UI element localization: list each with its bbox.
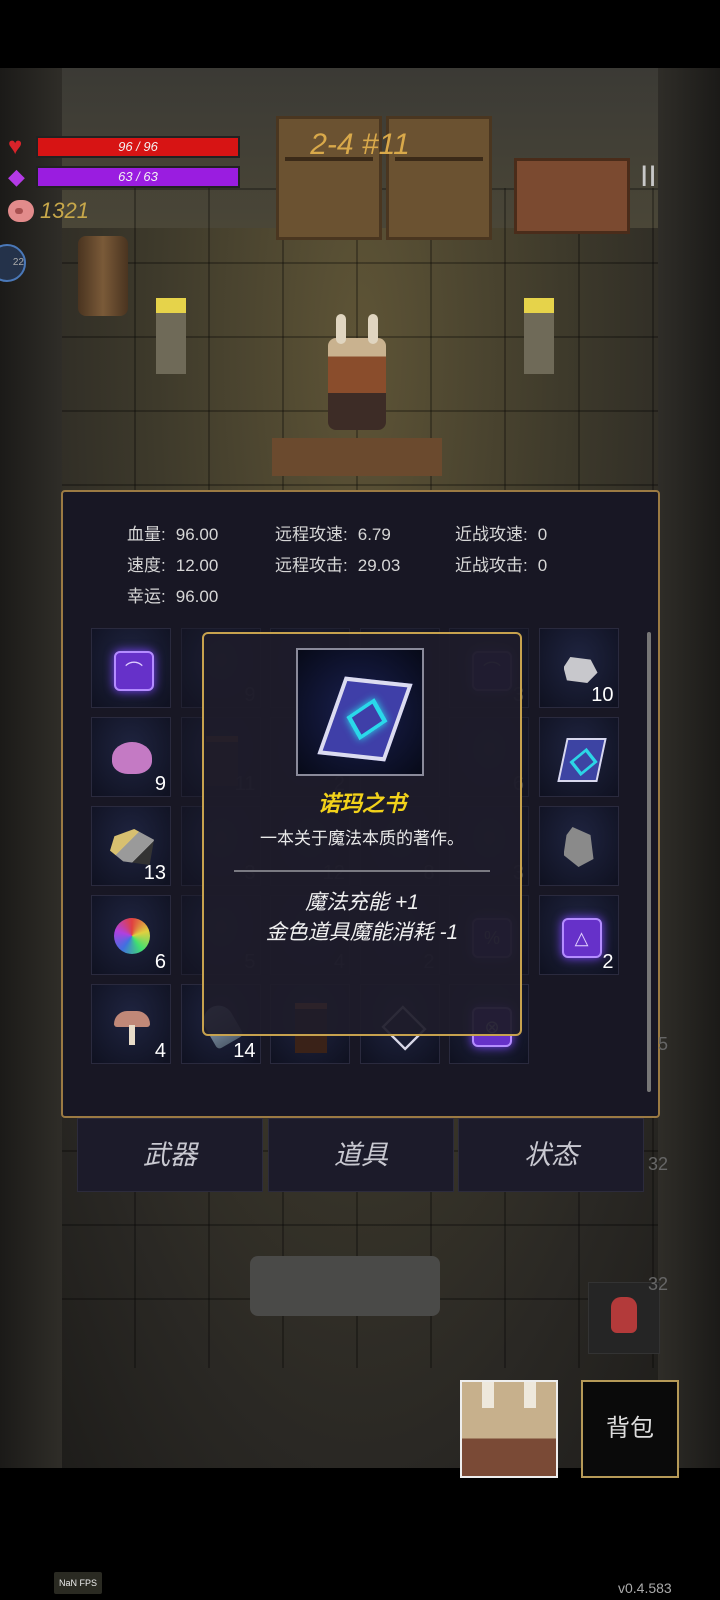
stat-melee-speed-label: 近战攻速:	[455, 525, 528, 544]
shopkeeper-character[interactable]	[328, 314, 386, 430]
item-count: 13	[143, 862, 166, 884]
tab-status[interactable]: 状态	[458, 1118, 644, 1192]
rainbow-orb-icon	[114, 918, 150, 954]
barrel	[78, 236, 128, 316]
inventory-slot[interactable]: 10	[538, 628, 619, 708]
triangle-rune-icon: △	[561, 918, 602, 958]
stat-luck-value: 96.00	[175, 587, 219, 606]
slime-icon	[112, 742, 152, 774]
stat-ranged-attack-label: 远程攻击:	[275, 556, 348, 575]
item-tooltip: 诺玛之书 一本关于魔法本质的著作。 魔法充能 +1 金色道具魔能消耗 -1	[202, 632, 522, 1036]
item-description: 一本关于魔法本质的著作。	[260, 829, 464, 848]
inventory-scrollbar[interactable]	[647, 632, 651, 1092]
ore-icon	[110, 829, 154, 865]
hp-bar-row: ♥ 96 / 96	[8, 133, 240, 160]
item-effect-2: 金色道具魔能消耗 -1	[265, 921, 459, 944]
stat-melee-speed-value: 0	[537, 525, 548, 544]
item-count: 10	[591, 684, 614, 706]
stat-melee-attack-value: 0	[537, 556, 548, 575]
stat-ranged-speed: 远程攻速: 6.79	[275, 520, 391, 545]
item-count: 14	[233, 1040, 256, 1062]
character-portrait-button[interactable]	[460, 1380, 558, 1478]
item-count: 4	[154, 1040, 166, 1062]
level-indicator: 2-4 #11	[310, 128, 410, 161]
hp-text: 96 / 96	[118, 139, 158, 154]
item-count: 6	[154, 951, 166, 973]
torch-right	[524, 298, 554, 374]
tab-items[interactable]: 道具	[268, 1118, 454, 1192]
side-count: 5	[658, 1034, 669, 1054]
coin-count: 1321	[40, 198, 89, 223]
stat-ranged-speed-value: 6.79	[357, 525, 391, 544]
tab-weapons[interactable]: 武器	[77, 1118, 263, 1192]
rune-icon: ⌒	[114, 651, 154, 691]
magic-book-icon	[317, 676, 413, 762]
right-wall	[658, 68, 720, 1468]
side-count: 32	[648, 1274, 669, 1294]
pause-button[interactable]: II	[640, 160, 657, 194]
inventory-slot[interactable]: 4	[91, 984, 171, 1064]
inventory-slot[interactable]: 6	[91, 895, 171, 975]
version-label: v0.4.583	[618, 1580, 672, 1596]
stat-ranged-attack: 远程攻击: 29.03	[275, 551, 400, 576]
stat-speed-label: 速度:	[127, 556, 166, 575]
fountain	[250, 1256, 440, 1316]
stat-melee-attack-label: 近战攻击:	[455, 556, 528, 575]
torch-left	[156, 298, 186, 374]
mushroom-icon	[114, 1005, 150, 1045]
stat-ranged-attack-value: 29.03	[357, 556, 401, 575]
stat-hp: 血量: 96.00	[127, 520, 218, 545]
inventory-slot[interactable]: ⌒	[91, 628, 171, 708]
inventory-slot[interactable]: △ 2	[538, 895, 619, 975]
stat-hp-value: 96.00	[175, 525, 219, 544]
stone-icon	[563, 827, 594, 867]
item-count: 9	[154, 773, 166, 795]
inventory-slot[interactable]	[538, 806, 619, 886]
magic-book-icon	[556, 738, 607, 782]
inventory-slot[interactable]: 9	[91, 717, 171, 797]
inventory-slot[interactable]	[538, 717, 619, 797]
stat-ranged-speed-label: 远程攻速:	[275, 525, 348, 544]
hp-bar: 96 / 96	[36, 136, 240, 158]
rock-icon	[563, 657, 598, 683]
item-count: 2	[602, 951, 614, 973]
fps-counter: NaN FPS	[54, 1572, 102, 1594]
inventory-slot[interactable]: 13	[91, 806, 171, 886]
mp-text: 63 / 63	[118, 169, 158, 184]
mp-bar: 63 / 63	[36, 166, 240, 188]
bag-button[interactable]: 背包	[581, 1380, 679, 1478]
stat-speed: 速度: 12.00	[127, 551, 218, 576]
item-name: 诺玛之书	[317, 791, 406, 816]
coins-row: 1321	[8, 198, 89, 224]
stat-speed-value: 12.00	[175, 556, 219, 575]
stat-melee-speed: 近战攻速: 0	[455, 520, 547, 545]
tooltip-divider	[234, 870, 490, 872]
stat-melee-attack: 近战攻击: 0	[455, 551, 547, 576]
heart-icon: ♥	[8, 133, 23, 160]
stat-luck-label: 幸运:	[127, 587, 166, 606]
mana-gem-icon: ◆	[8, 164, 25, 189]
mp-bar-row: ◆ 63 / 63	[8, 166, 240, 188]
counter-desk	[272, 438, 442, 476]
tooltip-item-frame	[296, 648, 424, 776]
stat-hp-label: 血量:	[127, 525, 166, 544]
pig-coin-icon	[8, 200, 34, 222]
item-effect-1: 魔法充能 +1	[305, 891, 419, 914]
treasure-chest[interactable]	[514, 158, 630, 234]
side-count: 32	[648, 1154, 669, 1174]
stat-luck: 幸运: 96.00	[127, 582, 218, 607]
